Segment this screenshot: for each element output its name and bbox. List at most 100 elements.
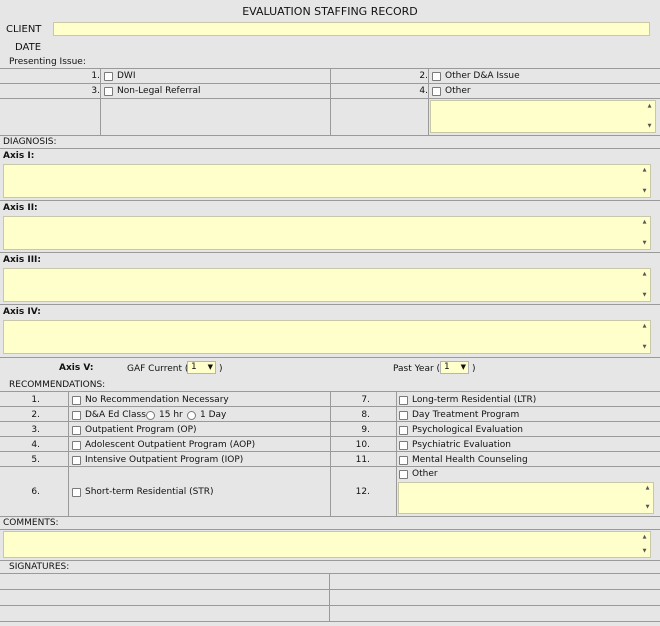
gaf-current-value: 1 bbox=[191, 362, 197, 372]
presenting-other-textarea[interactable]: ▲ ▼ bbox=[430, 100, 656, 133]
dwi-checkbox[interactable] bbox=[104, 72, 113, 81]
comments-label: COMMENTS: bbox=[3, 518, 59, 528]
signature-cell[interactable] bbox=[0, 574, 329, 589]
rec-num-4: 4. bbox=[31, 440, 40, 450]
non-legal-referral-label: Non-Legal Referral bbox=[117, 86, 201, 96]
presenting-num-2: 2. bbox=[419, 71, 428, 81]
day-treatment-checkbox[interactable] bbox=[399, 411, 408, 420]
mental-health-counseling-label: Mental Health Counseling bbox=[412, 455, 528, 465]
rec-num-12: 12. bbox=[355, 487, 370, 497]
rec-other-label: Other bbox=[412, 469, 438, 479]
psychiatric-evaluation-label: Psychiatric Evaluation bbox=[412, 440, 511, 450]
scroll-up-icon: ▲ bbox=[642, 323, 647, 329]
outpatient-program-checkbox[interactable] bbox=[72, 426, 81, 435]
long-term-residential-label: Long-term Residential (LTR) bbox=[412, 395, 537, 405]
signature-cell[interactable] bbox=[330, 574, 660, 589]
textarea-scrollbar[interactable]: ▲ ▼ bbox=[640, 218, 649, 248]
mental-health-counseling-checkbox[interactable] bbox=[399, 456, 408, 465]
rec-num-7: 7. bbox=[361, 395, 370, 405]
scroll-up-icon: ▲ bbox=[642, 219, 647, 225]
day-treatment-label: Day Treatment Program bbox=[412, 410, 520, 420]
rec-num-1: 1. bbox=[31, 395, 40, 405]
da-ed-class-checkbox[interactable] bbox=[72, 411, 81, 420]
ed-class-1day-radio[interactable] bbox=[187, 411, 196, 420]
non-legal-referral-checkbox[interactable] bbox=[104, 87, 113, 96]
past-year-select[interactable]: 1 ▼ bbox=[440, 361, 469, 374]
ed-class-15hr-label: 15 hr bbox=[159, 410, 183, 420]
textarea-scrollbar[interactable]: ▲ ▼ bbox=[645, 102, 654, 131]
past-year-close: ) bbox=[472, 364, 476, 374]
scroll-down-icon: ▼ bbox=[642, 292, 647, 298]
axis-4-textarea[interactable]: ▲ ▼ bbox=[3, 320, 651, 354]
long-term-residential-checkbox[interactable] bbox=[399, 396, 408, 405]
psychological-evaluation-label: Psychological Evaluation bbox=[412, 425, 523, 435]
textarea-scrollbar[interactable]: ▲ ▼ bbox=[643, 484, 652, 512]
diagnosis-label: DIAGNOSIS: bbox=[3, 137, 57, 147]
axis-5-label: Axis V: bbox=[59, 363, 94, 373]
ed-class-15hr-radio[interactable] bbox=[146, 411, 155, 420]
axis-3-label: Axis III: bbox=[3, 255, 41, 265]
scroll-up-icon: ▲ bbox=[642, 534, 647, 540]
date-label: DATE bbox=[15, 42, 42, 53]
comments-textarea[interactable]: ▲ ▼ bbox=[3, 531, 651, 558]
other-label: Other bbox=[445, 86, 471, 96]
axis-4-label: Axis IV: bbox=[3, 307, 41, 317]
axis-2-textarea[interactable]: ▲ ▼ bbox=[3, 216, 651, 250]
other-checkbox[interactable] bbox=[432, 87, 441, 96]
adolescent-outpatient-checkbox[interactable] bbox=[72, 441, 81, 450]
axis-1-label: Axis I: bbox=[3, 151, 35, 161]
signature-cell[interactable] bbox=[0, 590, 329, 605]
adolescent-outpatient-label: Adolescent Outpatient Program (AOP) bbox=[85, 440, 256, 450]
ed-class-1day-label: 1 Day bbox=[200, 410, 227, 420]
psychological-evaluation-checkbox[interactable] bbox=[399, 426, 408, 435]
no-recommendation-checkbox[interactable] bbox=[72, 396, 81, 405]
axis-3-textarea[interactable]: ▲ ▼ bbox=[3, 268, 651, 302]
rec-num-3: 3. bbox=[31, 425, 40, 435]
scroll-down-icon: ▼ bbox=[642, 548, 647, 554]
intensive-outpatient-checkbox[interactable] bbox=[72, 456, 81, 465]
scroll-down-icon: ▼ bbox=[642, 240, 647, 246]
form-title: EVALUATION STAFFING RECORD bbox=[242, 5, 418, 18]
textarea-scrollbar[interactable]: ▲ ▼ bbox=[640, 270, 649, 300]
textarea-scrollbar[interactable]: ▲ ▼ bbox=[640, 322, 649, 352]
gaf-current-select[interactable]: 1 ▼ bbox=[187, 361, 216, 374]
short-term-residential-label: Short-term Residential (STR) bbox=[85, 487, 214, 497]
textarea-scrollbar[interactable]: ▲ ▼ bbox=[640, 533, 649, 556]
short-term-residential-checkbox[interactable] bbox=[72, 488, 81, 497]
client-input[interactable] bbox=[53, 22, 650, 36]
axis-2-label: Axis II: bbox=[3, 203, 38, 213]
rec-num-5: 5. bbox=[31, 455, 40, 465]
scroll-down-icon: ▼ bbox=[642, 344, 647, 350]
recommendations-label: RECOMMENDATIONS: bbox=[9, 380, 106, 390]
signature-cell[interactable] bbox=[330, 606, 660, 621]
rec-num-8: 8. bbox=[361, 410, 370, 420]
signature-cell[interactable] bbox=[330, 590, 660, 605]
presenting-num-1: 1. bbox=[91, 71, 100, 81]
presenting-num-3: 3. bbox=[91, 86, 100, 96]
no-recommendation-label: No Recommendation Necessary bbox=[85, 395, 229, 405]
presenting-issue-label: Presenting Issue: bbox=[9, 57, 86, 67]
psychiatric-evaluation-checkbox[interactable] bbox=[399, 441, 408, 450]
scroll-up-icon: ▲ bbox=[647, 103, 652, 109]
past-year-label: Past Year ( bbox=[393, 364, 441, 374]
rec-num-2: 2. bbox=[31, 410, 40, 420]
axis-1-textarea[interactable]: ▲ ▼ bbox=[3, 164, 651, 198]
past-year-value: 1 bbox=[444, 362, 450, 372]
scroll-up-icon: ▲ bbox=[642, 167, 647, 173]
other-da-issue-checkbox[interactable] bbox=[432, 72, 441, 81]
outpatient-program-label: Outpatient Program (OP) bbox=[85, 425, 197, 435]
dwi-label: DWI bbox=[117, 71, 136, 81]
rec-num-9: 9. bbox=[361, 425, 370, 435]
other-da-issue-label: Other D&A Issue bbox=[445, 71, 520, 81]
signature-cell[interactable] bbox=[0, 606, 329, 621]
da-ed-class-label: D&A Ed Class bbox=[85, 410, 146, 420]
rec-num-10: 10. bbox=[355, 440, 370, 450]
scroll-up-icon: ▲ bbox=[642, 271, 647, 277]
scroll-down-icon: ▼ bbox=[642, 188, 647, 194]
scroll-up-icon: ▲ bbox=[645, 485, 650, 491]
rec-other-checkbox[interactable] bbox=[399, 470, 408, 479]
gaf-current-label: GAF Current ( bbox=[127, 364, 189, 374]
textarea-scrollbar[interactable]: ▲ ▼ bbox=[640, 166, 649, 196]
signatures-label: SIGNATURES: bbox=[9, 562, 70, 572]
rec-other-textarea[interactable]: ▲ ▼ bbox=[398, 482, 654, 514]
